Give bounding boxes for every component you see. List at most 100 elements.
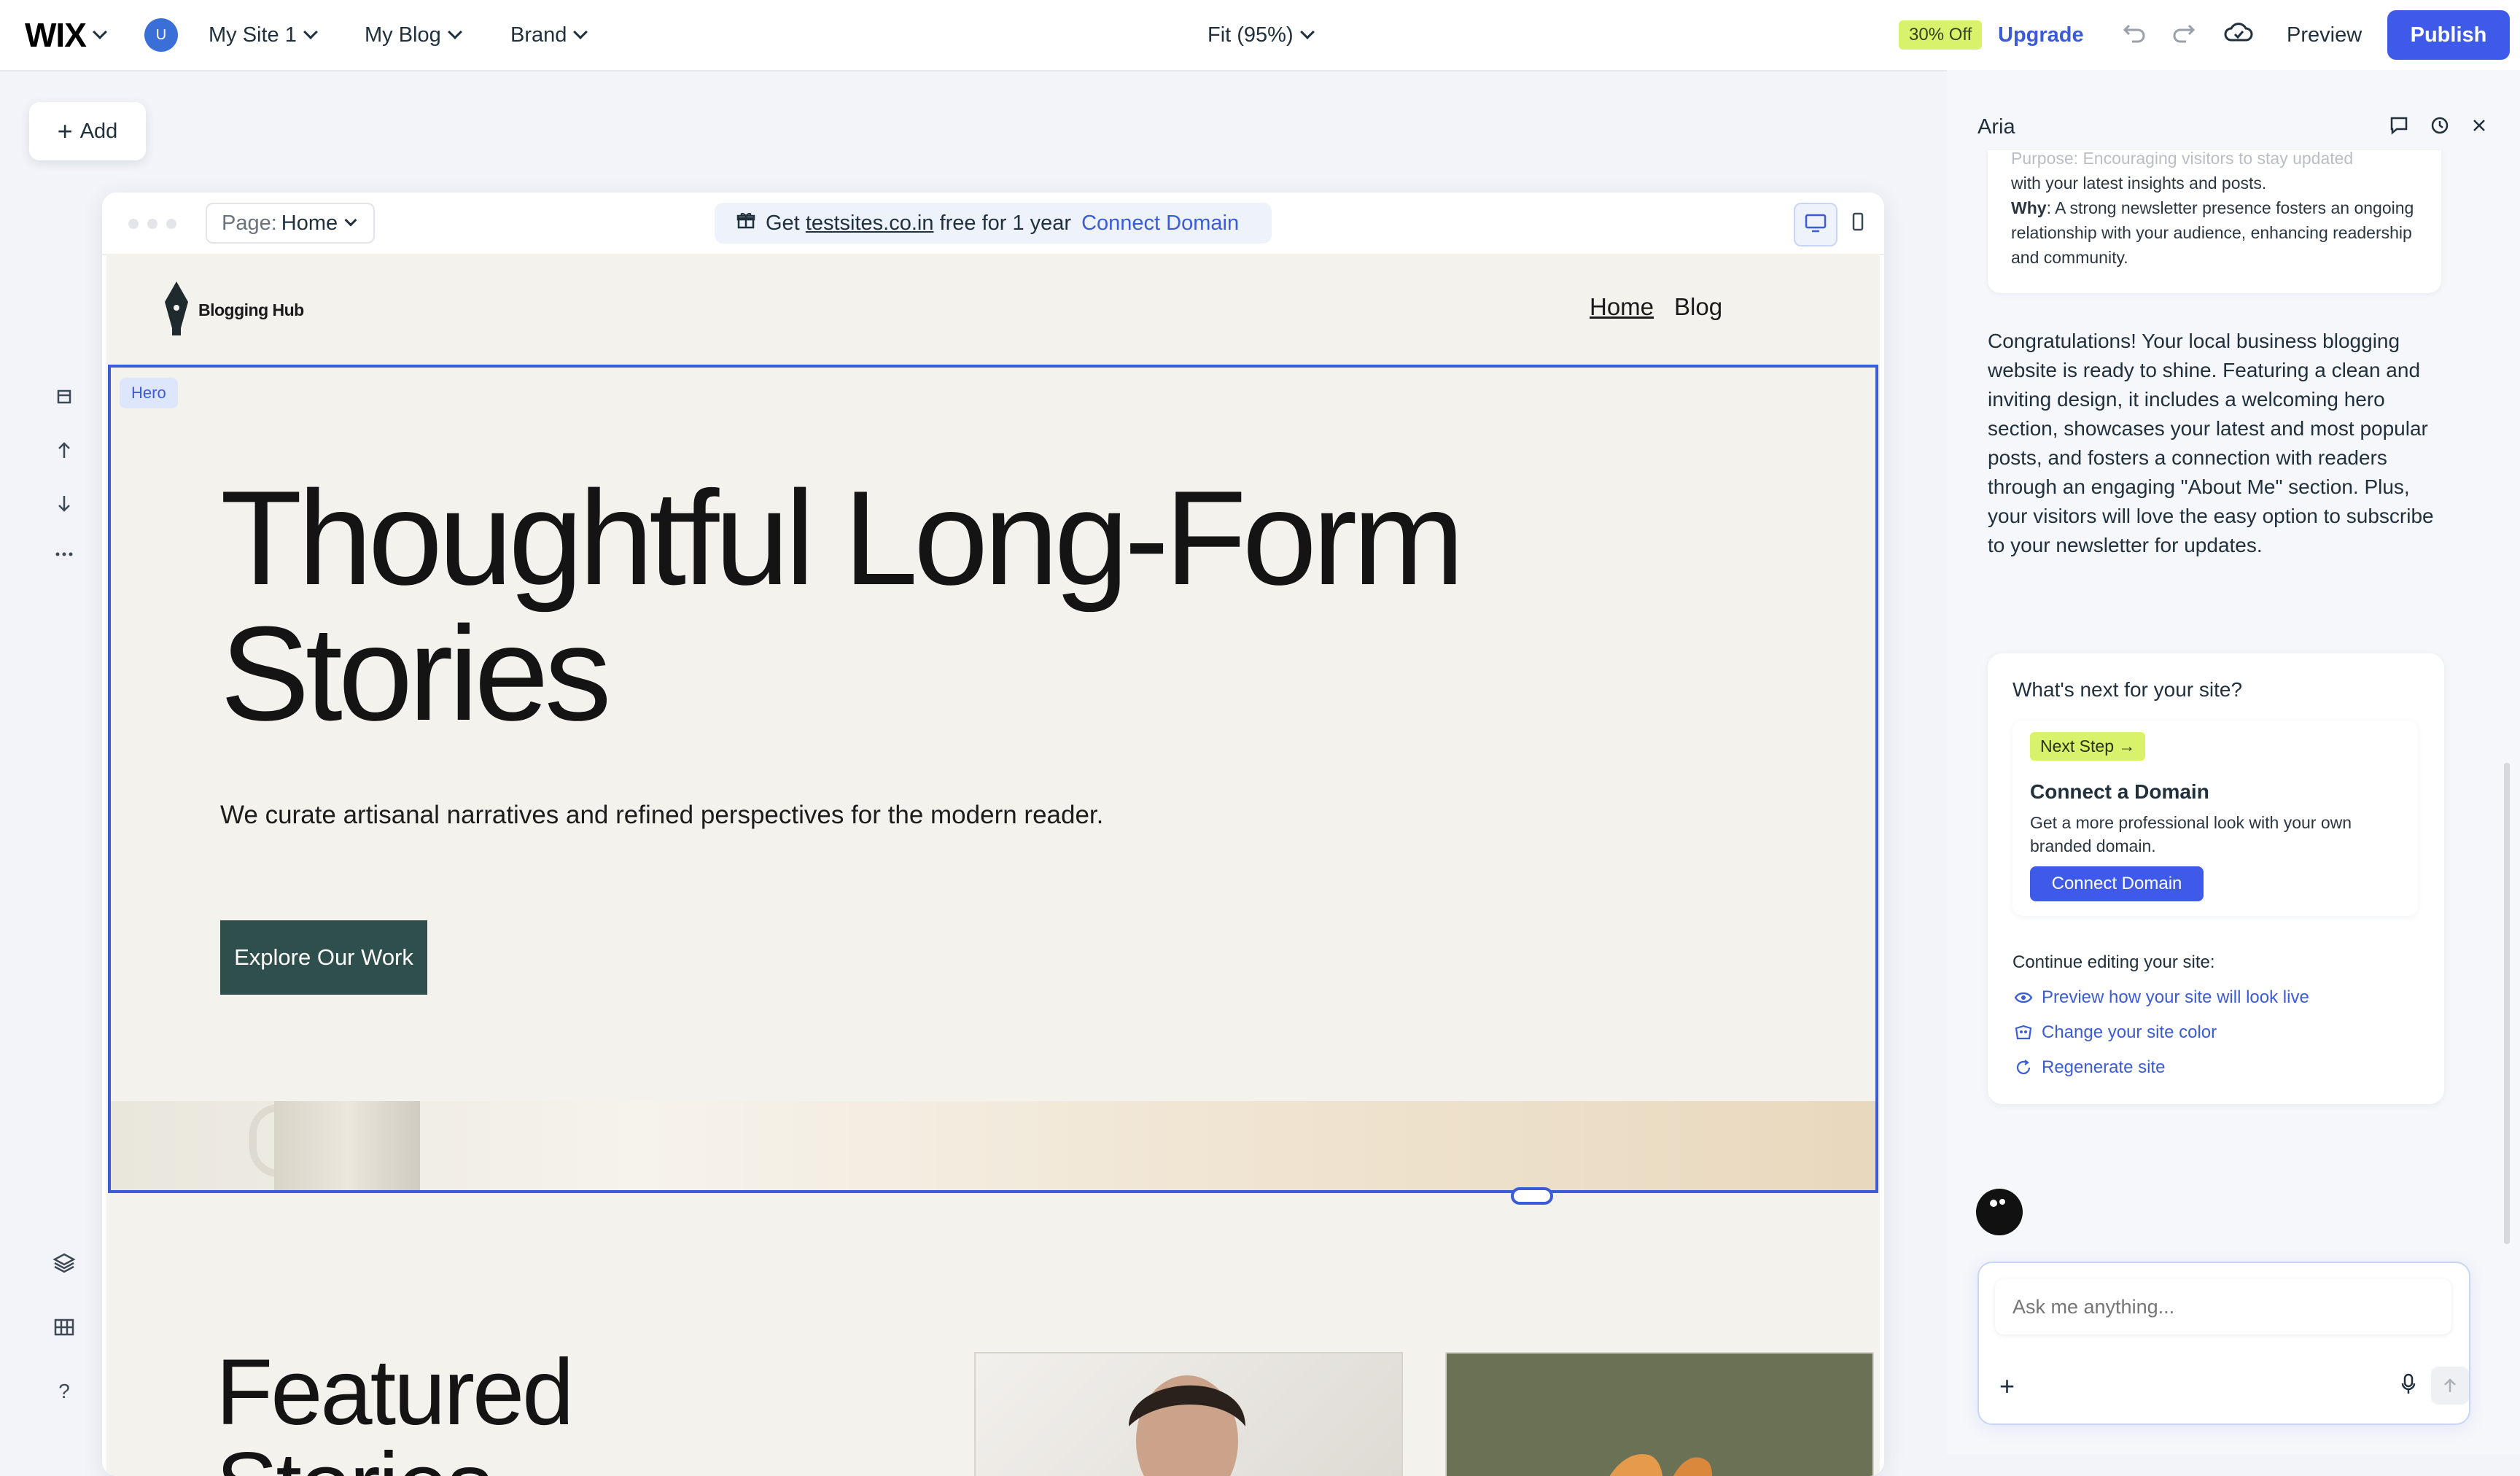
hero-title[interactable]: Thoughtful Long-Form Stories xyxy=(220,470,1679,741)
hero-title-line: Stories xyxy=(220,598,612,748)
avatar: U xyxy=(144,18,178,52)
hero-section[interactable]: Hero Thoughtful Long-Form Stories We cur… xyxy=(108,365,1878,1193)
microphone-icon[interactable] xyxy=(2398,1370,2419,1399)
arrow-right-icon: → xyxy=(2118,737,2136,756)
undo-button[interactable] xyxy=(2122,0,2147,70)
brand-menu-label: Brand xyxy=(510,23,567,47)
editor-canvas: Page: Home Get testsites.co.in free for … xyxy=(102,193,1884,1476)
chat-icon[interactable] xyxy=(2386,112,2412,139)
zoom-menu[interactable]: Fit (95%) xyxy=(1208,0,1315,70)
next-steps-card: What's next for your site? Next Step → C… xyxy=(1988,653,2444,1104)
promo-domain: testsites.co.in xyxy=(805,211,934,235)
why-label: Why xyxy=(2011,198,2047,217)
discount-badge-wrap: 30% Off xyxy=(1899,0,1983,70)
history-icon[interactable] xyxy=(2427,112,2453,139)
aria-panel: Aria Purpose: Encouraging visitors to st… xyxy=(1947,70,2520,1454)
add-elements-button[interactable]: + Add xyxy=(29,102,146,160)
chat-composer: + xyxy=(1978,1262,2470,1425)
preview-label: Preview xyxy=(2287,23,2362,47)
featured-image-portrait[interactable] xyxy=(974,1352,1403,1476)
cloud-icon xyxy=(2224,21,2253,49)
previous-plan-card: Purpose: Encouraging visitors to stay up… xyxy=(1988,150,2441,293)
move-up-icon[interactable] xyxy=(50,436,79,465)
plus-icon: + xyxy=(57,116,73,146)
chevron-down-icon xyxy=(92,25,107,39)
canvas-toolbar: Page: Home Get testsites.co.in free for … xyxy=(102,193,1884,255)
blog-menu[interactable]: My Blog xyxy=(365,0,462,70)
preview-site-link[interactable]: Preview how your site will look live xyxy=(2012,987,2309,1008)
publish-button[interactable]: Publish xyxy=(2387,10,2510,60)
preview-button[interactable]: Preview xyxy=(2287,0,2362,70)
pen-nib-icon xyxy=(162,280,191,341)
site-name: My Site 1 xyxy=(209,23,297,47)
featured-title[interactable]: Featured Stories xyxy=(216,1340,574,1476)
chevron-down-icon xyxy=(303,25,318,39)
page-selector[interactable]: Page: Home xyxy=(206,203,375,244)
eye-icon xyxy=(2012,991,2034,1004)
hero-subtitle[interactable]: We curate artisanal narratives and refin… xyxy=(220,798,1139,833)
connect-domain-link[interactable]: Connect Domain xyxy=(1081,211,1239,236)
close-icon[interactable] xyxy=(2466,112,2492,139)
featured-title-line: Stories xyxy=(216,1440,572,1476)
panel-scrollbar[interactable] xyxy=(2504,763,2510,1244)
discount-badge: 30% Off xyxy=(1899,20,1983,50)
window-dot xyxy=(128,219,139,229)
chat-input[interactable] xyxy=(1995,1279,2451,1335)
move-down-icon[interactable] xyxy=(50,489,79,518)
help-icon[interactable]: ? xyxy=(50,1377,79,1406)
redo-icon xyxy=(2171,21,2196,49)
site-menu[interactable]: My Site 1 xyxy=(209,0,318,70)
desktop-view-button[interactable] xyxy=(1794,203,1838,246)
section-settings-icon[interactable] xyxy=(50,382,79,411)
redo-button[interactable] xyxy=(2171,0,2196,70)
site-logo-text: Blogging Hub xyxy=(198,300,304,319)
send-button[interactable] xyxy=(2431,1367,2469,1405)
mug-image-detail xyxy=(274,1101,420,1190)
grid-icon[interactable] xyxy=(50,1313,79,1342)
nav-blog[interactable]: Blog xyxy=(1674,293,1722,321)
featured-image-food[interactable] xyxy=(1445,1352,1874,1476)
account-avatar[interactable]: U xyxy=(144,0,178,70)
chevron-down-icon xyxy=(344,214,357,227)
more-options-icon[interactable] xyxy=(50,540,79,569)
site-header: Blogging Hub Home Blog xyxy=(106,254,1880,365)
window-dot xyxy=(147,219,158,229)
previous-plan-faded: Purpose: Encouraging visitors to stay up… xyxy=(2011,150,2354,168)
cloud-save-button[interactable] xyxy=(2224,0,2253,70)
wix-logo-menu[interactable]: WIX xyxy=(25,0,107,70)
section-resize-handle[interactable] xyxy=(1511,1187,1553,1205)
featured-title-line: Featured xyxy=(216,1340,574,1445)
window-dot xyxy=(166,219,176,229)
upgrade-link[interactable]: Upgrade xyxy=(1998,0,2084,70)
next-step-badge: Next Step → xyxy=(2030,732,2146,761)
site-logo[interactable]: Blogging Hub xyxy=(162,280,304,341)
continue-editing-label: Continue editing your site: xyxy=(2012,952,2215,972)
previous-plan-line: with your latest insights and posts. xyxy=(2011,174,2267,193)
palette-icon xyxy=(2012,1024,2034,1041)
mobile-icon xyxy=(1852,212,1864,235)
explore-button[interactable]: Explore Our Work xyxy=(220,920,427,995)
domain-promo-banner: Get testsites.co.in free for 1 year Conn… xyxy=(715,203,1272,244)
regenerate-site-label: Regenerate site xyxy=(2042,1057,2166,1077)
regenerate-icon xyxy=(2012,1059,2034,1076)
regenerate-site-link[interactable]: Regenerate site xyxy=(2012,1057,2165,1078)
brand-menu[interactable]: Brand xyxy=(510,0,588,70)
change-color-link[interactable]: Change your site color xyxy=(2012,1022,2217,1043)
nav-home[interactable]: Home xyxy=(1590,293,1654,321)
undo-icon xyxy=(2122,21,2147,49)
add-label: Add xyxy=(79,119,118,143)
site-page: Blogging Hub Home Blog Hero Thoughtful L… xyxy=(106,254,1880,1476)
mobile-view-button[interactable] xyxy=(1838,203,1878,244)
aria-avatar xyxy=(1976,1189,2023,1235)
layers-icon[interactable] xyxy=(50,1248,79,1278)
chevron-down-icon xyxy=(573,25,588,39)
change-color-label: Change your site color xyxy=(2042,1022,2217,1042)
wix-logo: WIX xyxy=(25,16,87,54)
desktop-icon xyxy=(1805,214,1827,236)
next-step-label: Next Step xyxy=(2040,737,2114,756)
attach-plus-icon[interactable]: + xyxy=(1999,1371,2015,1402)
connect-domain-button[interactable]: Connect Domain xyxy=(2030,866,2204,901)
previous-plan-why: Why: A strong newsletter presence foster… xyxy=(2011,195,2418,270)
zoom-label: Fit (95%) xyxy=(1208,23,1294,47)
next-steps-question: What's next for your site? xyxy=(2012,678,2243,701)
